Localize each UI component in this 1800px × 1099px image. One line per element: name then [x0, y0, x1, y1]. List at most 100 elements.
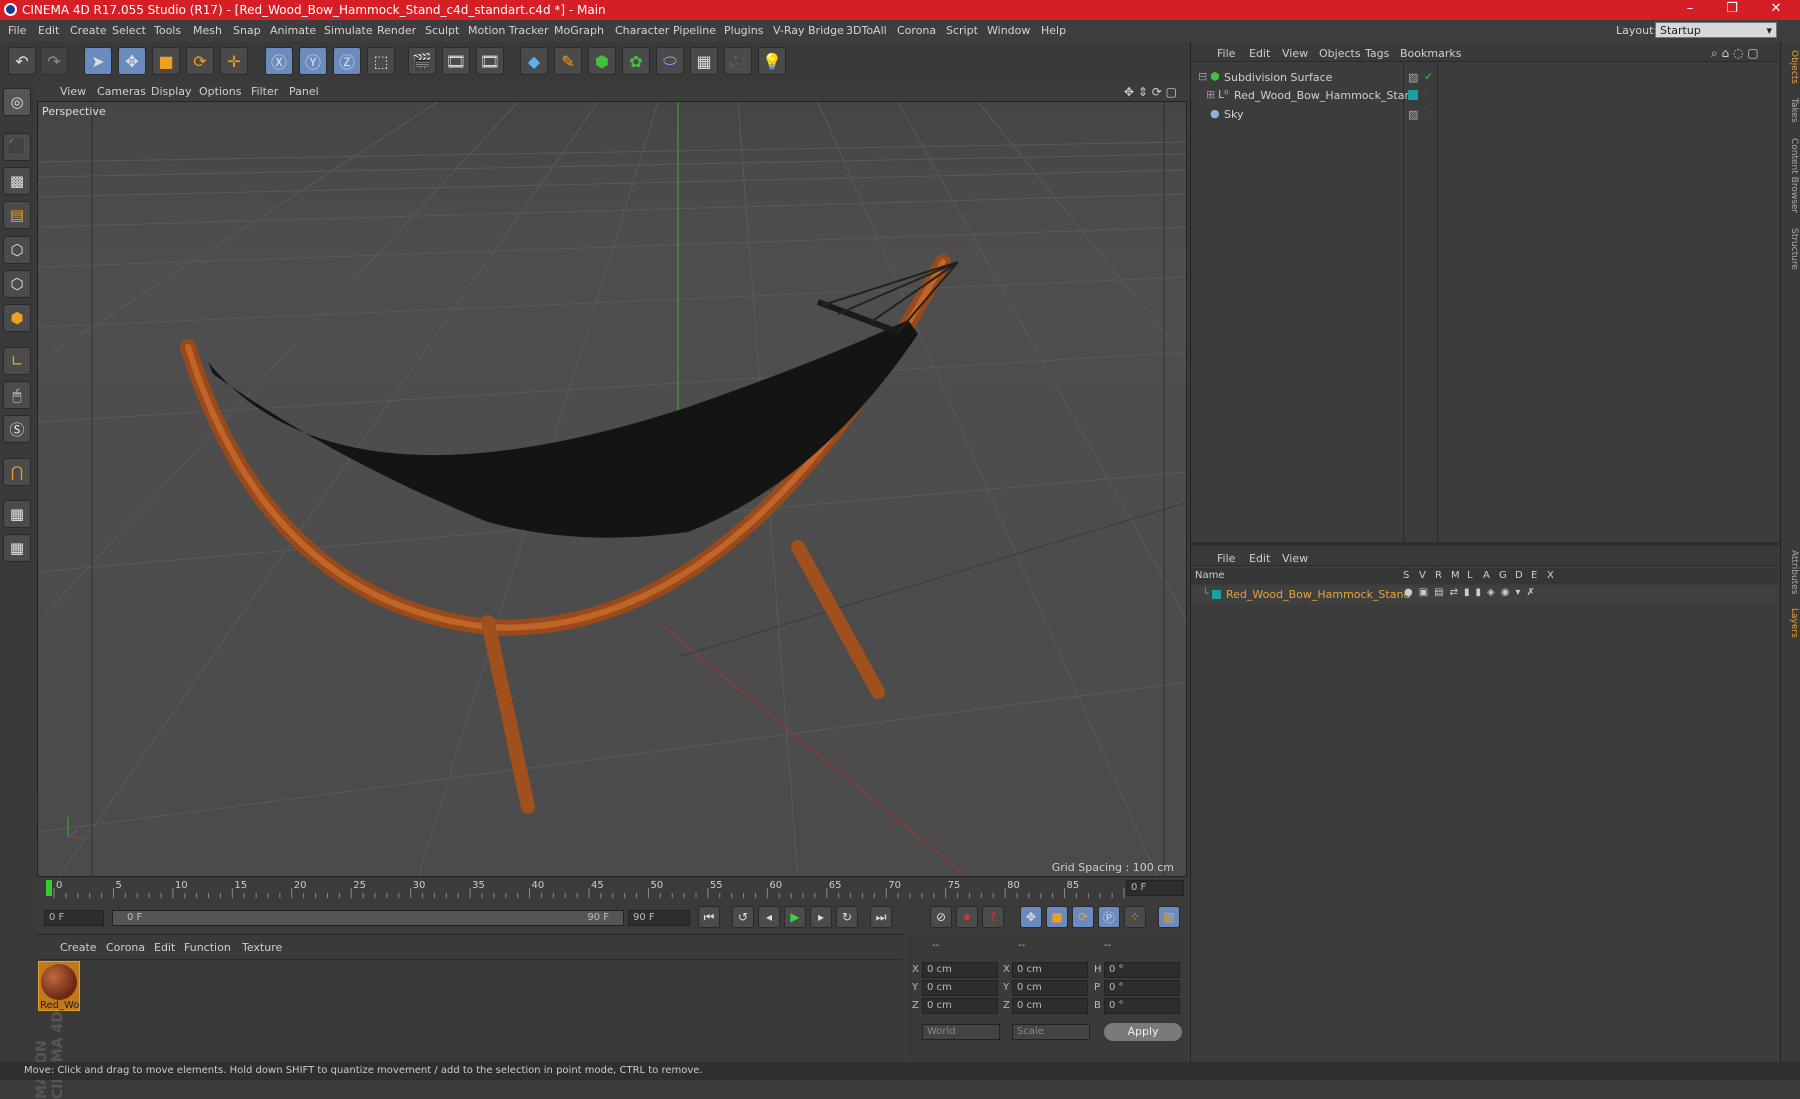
menu-motion-tracker[interactable]: Motion Tracker — [468, 24, 548, 37]
prev-frame-button[interactable]: ◂ — [758, 906, 780, 928]
search-icon[interactable]: ⌕ ⌂ ◌ ▢ — [1711, 46, 1759, 61]
coordinate-system-button[interactable]: ⬚ — [367, 47, 395, 75]
visibility-dots-icon[interactable]: ⁚ — [1424, 88, 1427, 98]
enabled-check-icon[interactable]: ✓ — [1424, 70, 1433, 83]
menu-corona[interactable]: Corona — [897, 24, 936, 37]
obj-menu-tags[interactable]: Tags — [1365, 47, 1389, 60]
render-view-button[interactable]: 🎬 — [408, 47, 436, 75]
rotation-p-field[interactable]: 0 ° — [1104, 980, 1180, 996]
layer-col-a[interactable]: A — [1483, 570, 1490, 581]
lock-grid-button[interactable]: ▦ — [3, 500, 31, 528]
menu-render[interactable]: Render — [377, 24, 416, 37]
layer-col-g[interactable]: G — [1499, 570, 1507, 581]
visibility-toggle-icon[interactable]: ▨ — [1408, 108, 1418, 121]
tab-structure[interactable]: Structure — [1783, 228, 1799, 270]
menu-help[interactable]: Help — [1041, 24, 1066, 37]
add-spline-button[interactable]: ✎ — [554, 47, 582, 75]
viewport-menu-view[interactable]: View — [60, 85, 86, 98]
size-z-field[interactable]: 0 cm — [1012, 998, 1088, 1014]
mat-menu-corona[interactable]: Corona — [106, 941, 145, 954]
layer-col-v[interactable]: V — [1419, 570, 1426, 581]
layer-menu-file[interactable]: File — [1217, 552, 1235, 565]
auto-keying-button[interactable]: ⏺ — [956, 906, 978, 928]
layer-color-swatch[interactable] — [1212, 590, 1221, 599]
layer-col-d[interactable]: D — [1515, 570, 1523, 581]
record-keys-button[interactable]: ⊘ — [930, 906, 952, 928]
undo-button[interactable]: ↶ — [8, 47, 36, 75]
key-parameter-button[interactable]: Ⓟ — [1098, 906, 1120, 928]
menu-plugins[interactable]: Plugins — [724, 24, 763, 37]
minimize-button[interactable]: – — [1670, 0, 1710, 20]
tree-expand-icon[interactable]: ⊞ — [1206, 88, 1215, 101]
size-x-field[interactable]: 0 cm — [1012, 962, 1088, 978]
add-array-button[interactable]: ✿ — [622, 47, 650, 75]
play-button[interactable]: ▶ — [784, 906, 806, 928]
key-position-button[interactable]: ✥ — [1020, 906, 1042, 928]
x-axis-button[interactable]: Ⓧ — [265, 47, 293, 75]
world-select[interactable]: World — [922, 1024, 1000, 1040]
playhead[interactable] — [46, 880, 52, 896]
menu-sculpt[interactable]: Sculpt — [425, 24, 459, 37]
tab-content-browser[interactable]: Content Browser — [1783, 138, 1799, 213]
menu-vray-bridge[interactable]: V-Ray Bridge — [773, 24, 844, 37]
layer-col-m[interactable]: M — [1451, 570, 1460, 581]
obj-menu-edit[interactable]: Edit — [1249, 47, 1270, 60]
viewport-perspective[interactable]: Perspective Grid Spacing : 100 cm — [37, 101, 1187, 877]
mat-menu-create[interactable]: Create — [60, 941, 97, 954]
apply-button[interactable]: Apply — [1104, 1023, 1182, 1041]
layer-col-l[interactable]: L — [1467, 570, 1473, 581]
next-frame-button[interactable]: ▸ — [810, 906, 832, 928]
position-z-field[interactable]: 0 cm — [922, 998, 998, 1014]
z-axis-button[interactable]: Ⓩ — [333, 47, 361, 75]
texture-mode-button[interactable]: ▩ — [3, 167, 31, 195]
object-row-sky[interactable]: ● Sky ▨ ⁚ — [1192, 106, 1776, 124]
model-mode-button[interactable]: ⬛ — [3, 133, 31, 161]
add-cube-button[interactable]: ◆ — [520, 47, 548, 75]
layer-color-swatch[interactable] — [1408, 90, 1418, 100]
menu-mograph[interactable]: MoGraph — [554, 24, 604, 37]
move-tool-button[interactable]: ✥ — [118, 47, 146, 75]
layer-menu-view[interactable]: View — [1282, 552, 1308, 565]
tab-objects[interactable]: Objects — [1783, 50, 1799, 84]
keyframe-selection-button[interactable]: ? — [982, 906, 1004, 928]
viewport-menu-cameras[interactable]: Cameras — [97, 85, 146, 98]
workplane-mode-button[interactable]: ▤ — [3, 201, 31, 229]
key-rotation-button[interactable]: ⟳ — [1072, 906, 1094, 928]
size-y-field[interactable]: 0 cm — [1012, 980, 1088, 996]
menu-3dtoall[interactable]: 3DToAll — [846, 24, 887, 37]
close-button[interactable]: ✕ — [1756, 0, 1796, 20]
viewport-menu-display[interactable]: Display — [151, 85, 192, 98]
tree-expand-icon[interactable]: ⊟ — [1198, 70, 1207, 83]
timeline-window-button[interactable]: ▥ — [1158, 906, 1180, 928]
menu-file[interactable]: File — [8, 24, 26, 37]
add-camera-button[interactable]: 🎥 — [724, 47, 752, 75]
menu-snap[interactable]: Snap — [233, 24, 261, 37]
redo-button[interactable]: ↷ — [40, 47, 68, 75]
go-to-end-button[interactable]: ⏭ — [870, 906, 892, 928]
layout-select[interactable]: Startup ▾ — [1655, 22, 1777, 38]
layer-col-s[interactable]: S — [1403, 570, 1409, 581]
menu-edit[interactable]: Edit — [38, 24, 59, 37]
make-editable-button[interactable]: ◎ — [3, 88, 31, 116]
grid-snap-button[interactable]: ▦ — [3, 534, 31, 562]
scale-tool-button[interactable]: ■ — [152, 47, 180, 75]
layer-col-e[interactable]: E — [1531, 570, 1537, 581]
restore-button[interactable]: ❐ — [1712, 0, 1752, 20]
render-picture-viewer-button[interactable]: 🎞 — [442, 47, 470, 75]
position-y-field[interactable]: 0 cm — [922, 980, 998, 996]
rotate-tool-button[interactable]: ⟳ — [186, 47, 214, 75]
live-selection-button[interactable]: ➤ — [84, 47, 112, 75]
scale-select[interactable]: Scale — [1012, 1024, 1090, 1040]
tab-attributes[interactable]: Attributes — [1783, 550, 1799, 594]
add-light-button[interactable]: 💡 — [758, 47, 786, 75]
tweak-mode-button[interactable]: 🖱 — [3, 381, 31, 409]
transform-tool-button[interactable]: ✛ — [220, 47, 248, 75]
obj-menu-view[interactable]: View — [1282, 47, 1308, 60]
viewport-nav-icons[interactable]: ✥ ⇕ ⟳ ▢ — [1124, 85, 1177, 99]
snap-button[interactable]: Ⓢ — [3, 415, 31, 443]
menu-simulate[interactable]: Simulate — [324, 24, 373, 37]
current-frame-field[interactable]: 0 F — [1126, 880, 1184, 896]
obj-menu-bookmarks[interactable]: Bookmarks — [1400, 47, 1461, 60]
mat-menu-edit[interactable]: Edit — [154, 941, 175, 954]
menu-mesh[interactable]: Mesh — [193, 24, 222, 37]
